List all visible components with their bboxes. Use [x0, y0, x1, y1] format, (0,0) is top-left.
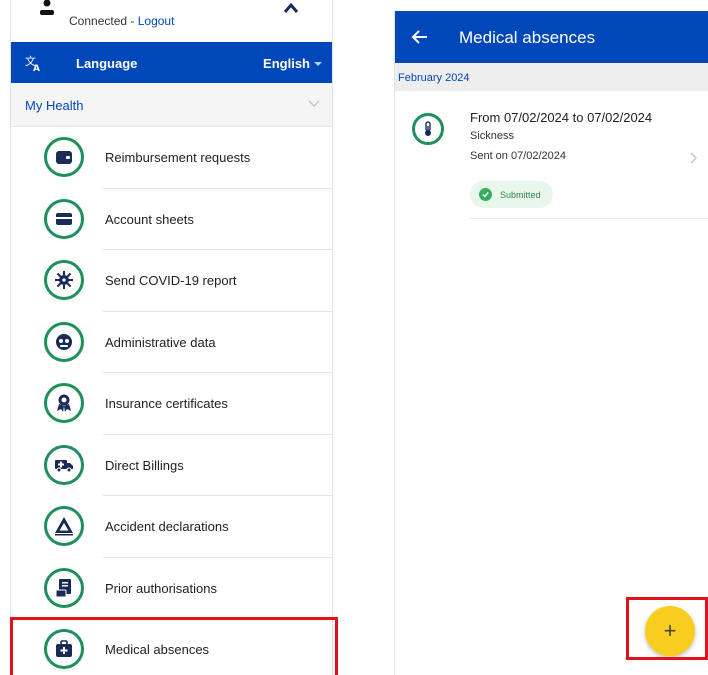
- award-icon: [44, 383, 84, 423]
- translate-icon: 文 A: [25, 54, 40, 72]
- arrow-back-icon[interactable]: [411, 28, 429, 46]
- status-text: Submitted: [500, 189, 541, 200]
- medical-bag-icon: [44, 629, 84, 669]
- logout-link[interactable]: Logout: [138, 14, 175, 28]
- svg-text:A: A: [33, 64, 40, 72]
- menu-item-medical-absences[interactable]: Medical absences: [11, 619, 332, 675]
- menu-item-reimbursement-requests[interactable]: Reimbursement requests: [11, 127, 332, 189]
- menu-item-label: Accident declarations: [105, 519, 229, 534]
- user-row: Connected - Logout: [11, 0, 332, 42]
- connected-text: Connected -: [69, 14, 138, 28]
- chevron-right-icon: [690, 152, 697, 164]
- virus-icon: [44, 260, 84, 300]
- health-menu: Reimbursement requests Account sheets Se…: [11, 127, 332, 675]
- language-bar: 文 A Language English: [11, 42, 332, 83]
- medical-absences-screen: Medical absences February 2024 From 07/0…: [394, 11, 708, 675]
- ambulance-icon: [44, 444, 84, 485]
- app-bar: Medical absences: [395, 11, 708, 63]
- menu-item-label: Administrative data: [105, 334, 216, 350]
- menu-item-direct-billings[interactable]: Direct Billings: [11, 435, 332, 496]
- add-absence-button[interactable]: +: [645, 606, 695, 656]
- absence-list-item[interactable]: From 07/02/2024 to 07/02/2024 Sickness S…: [395, 91, 708, 219]
- month-header: February 2024: [395, 63, 708, 91]
- connection-status: Connected - Logout: [69, 14, 174, 28]
- chevron-up-icon[interactable]: [282, 0, 300, 18]
- menu-item-send-covid-report[interactable]: Send COVID-19 report: [11, 250, 332, 312]
- menu-item-prior-authorisations[interactable]: Prior authorisations: [11, 558, 332, 619]
- language-selected-value: English: [263, 56, 310, 71]
- menu-item-account-sheets[interactable]: Account sheets: [11, 189, 332, 250]
- absence-date-range: From 07/02/2024 to 07/02/2024: [470, 110, 653, 125]
- card-divider: [470, 218, 708, 219]
- chevron-down-icon: [308, 100, 320, 107]
- user-icon: [40, 0, 54, 15]
- check-circle-icon: [479, 188, 492, 201]
- section-header-my-health[interactable]: My Health: [11, 83, 332, 127]
- id-face-icon: [44, 321, 84, 362]
- language-label: Language: [76, 56, 138, 71]
- status-badge: Submitted: [470, 181, 553, 208]
- thermometer-icon: [412, 113, 444, 145]
- document-icon: [44, 567, 84, 608]
- menu-item-label: Direct Billings: [105, 457, 184, 473]
- menu-item-administrative-data[interactable]: Administrative data: [11, 312, 332, 373]
- card-icon: [44, 198, 84, 239]
- menu-item-label: Insurance certificates: [105, 396, 228, 411]
- wallet-icon: [44, 137, 84, 177]
- menu-item-insurance-certificates[interactable]: Insurance certificates: [11, 373, 332, 435]
- page-title: Medical absences: [459, 28, 596, 47]
- menu-item-label: Send COVID-19 report: [105, 273, 237, 288]
- navigation-drawer: Connected - Logout 文 A Language English …: [10, 0, 333, 675]
- menu-item-label: Medical absences: [105, 642, 210, 657]
- plus-icon: +: [663, 618, 677, 643]
- language-select[interactable]: English: [263, 56, 322, 71]
- absence-type: Sickness: [470, 130, 515, 142]
- warning-triangle-icon: [44, 506, 84, 546]
- absence-sent-date: Sent on 07/02/2024: [470, 150, 567, 162]
- caret-down-icon: [314, 61, 322, 66]
- section-title: My Health: [25, 98, 84, 113]
- menu-item-label: Account sheets: [105, 211, 194, 227]
- menu-item-accident-declarations[interactable]: Accident declarations: [11, 496, 332, 558]
- month-label: February 2024: [398, 72, 470, 84]
- menu-item-label: Prior authorisations: [105, 580, 217, 596]
- menu-item-label: Reimbursement requests: [105, 150, 251, 165]
